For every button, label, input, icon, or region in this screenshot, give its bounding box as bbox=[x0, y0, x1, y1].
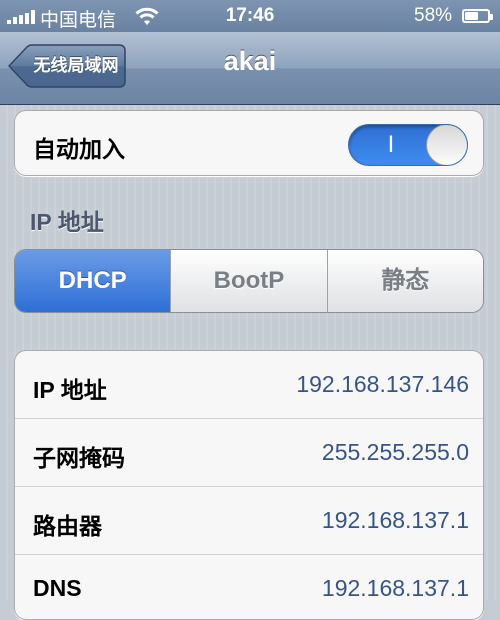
ip-address-label: IP 地址 bbox=[33, 377, 107, 403]
table-row[interactable]: 路由器 192.168.137.1 bbox=[15, 487, 483, 555]
auto-join-label: 自动加入 bbox=[33, 136, 125, 162]
dns-label: DNS bbox=[33, 575, 82, 601]
router-label: 路由器 bbox=[33, 513, 102, 539]
ip-address-section-header: IP 地址 bbox=[30, 209, 104, 235]
battery-icon bbox=[462, 9, 493, 23]
auto-join-group: 自动加入 I bbox=[14, 110, 484, 176]
table-row[interactable]: DNS 192.168.137.1 bbox=[15, 555, 483, 619]
segment-static[interactable]: 静态 bbox=[326, 250, 483, 312]
subnet-mask-label: 子网掩码 bbox=[33, 445, 125, 471]
auto-join-toggle[interactable]: I bbox=[348, 124, 468, 166]
subnet-mask-value: 255.255.255.0 bbox=[321, 439, 469, 465]
table-row[interactable]: IP 地址 192.168.137.146 bbox=[15, 351, 483, 419]
ip-mode-segmented-control: DHCP BootP 静态 bbox=[14, 249, 484, 313]
page-title: akai bbox=[223, 46, 277, 76]
segment-dhcp[interactable]: DHCP bbox=[15, 250, 171, 312]
toggle-knob[interactable] bbox=[426, 125, 467, 165]
table-row[interactable]: 子网掩码 255.255.255.0 bbox=[15, 419, 483, 487]
toggle-on-indicator: I bbox=[387, 131, 395, 158]
navigation-bar: 无线局域网 akai bbox=[0, 32, 500, 105]
battery-percentage: 58% bbox=[414, 5, 453, 26]
dns-value: 192.168.137.1 bbox=[321, 575, 469, 601]
segment-bootp[interactable]: BootP bbox=[170, 250, 327, 312]
ip-address-value: 192.168.137.146 bbox=[296, 371, 469, 397]
network-info-group: IP 地址 192.168.137.146 子网掩码 255.255.255.0… bbox=[14, 350, 484, 620]
status-bar: 中国电信 17:46 58% bbox=[0, 0, 500, 32]
router-value: 192.168.137.1 bbox=[321, 507, 469, 533]
settings-content: 自动加入 I IP 地址 DHCP BootP 静态 IP 地址 192.168… bbox=[0, 105, 500, 620]
